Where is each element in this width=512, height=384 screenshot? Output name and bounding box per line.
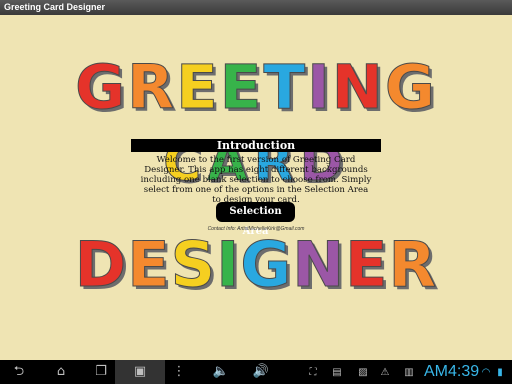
greeting-letter: R [127,52,177,124]
designer-letter: I [216,228,241,302]
warning-icon: ⚠ [380,367,390,378]
system-nav-bar: ⮌ ⌂ ❐ ▣ ⋮ 🔈 🔊 ⛶ ▤ ▨ ⚠ ▥ AM4:39 ◠ ▮ [0,360,512,384]
greeting-letter: T [263,52,308,124]
volume-down-icon[interactable]: 🔈 [210,363,232,381]
home-icon[interactable]: ⌂ [50,363,72,381]
greeting-letter: E [176,52,220,124]
window-title: Greeting Card Designer [0,0,512,15]
intro-title: Introduction [131,139,381,152]
screenshot-icon: ▣ [133,364,147,379]
greeting-letter: E [219,52,264,124]
selection-area-button[interactable]: Selection Area [216,202,295,237]
status-notification-icon: ⛶ [309,367,317,378]
recents-icon[interactable]: ❐ [90,363,112,381]
greeting-letter: I [307,52,332,124]
status-photo-icon: ▨ [358,367,368,378]
back-icon[interactable]: ⮌ [8,363,30,381]
status-image-icon: ▤ [332,367,342,378]
volume-up-icon[interactable]: 🔊 [250,363,272,381]
designer-letter: D [74,228,128,302]
designer-letter: E [127,228,171,302]
download-icon: ▥ [404,367,414,378]
greeting-letter: N [331,52,385,124]
greeting-letter: G [75,52,128,124]
intro-text: Welcome to the first version of Greeting… [140,155,372,205]
greeting-heading: GREETING [0,52,512,124]
screenshot-button[interactable]: ▣ [115,360,165,384]
designer-letter: R [388,228,438,302]
greeting-letter: G [384,52,437,124]
designer-letter: N [292,228,346,302]
contact-info: Contact Info: ArtistMichelleKirk@Gmail.c… [207,226,305,232]
menu-icon[interactable]: ⋮ [172,363,186,381]
clock: AM4:39 [424,363,480,380]
designer-letter: S [170,228,217,302]
wifi-icon: ◠ [481,367,491,378]
battery-icon: ▮ [497,367,503,378]
designer-letter: E [345,228,389,302]
